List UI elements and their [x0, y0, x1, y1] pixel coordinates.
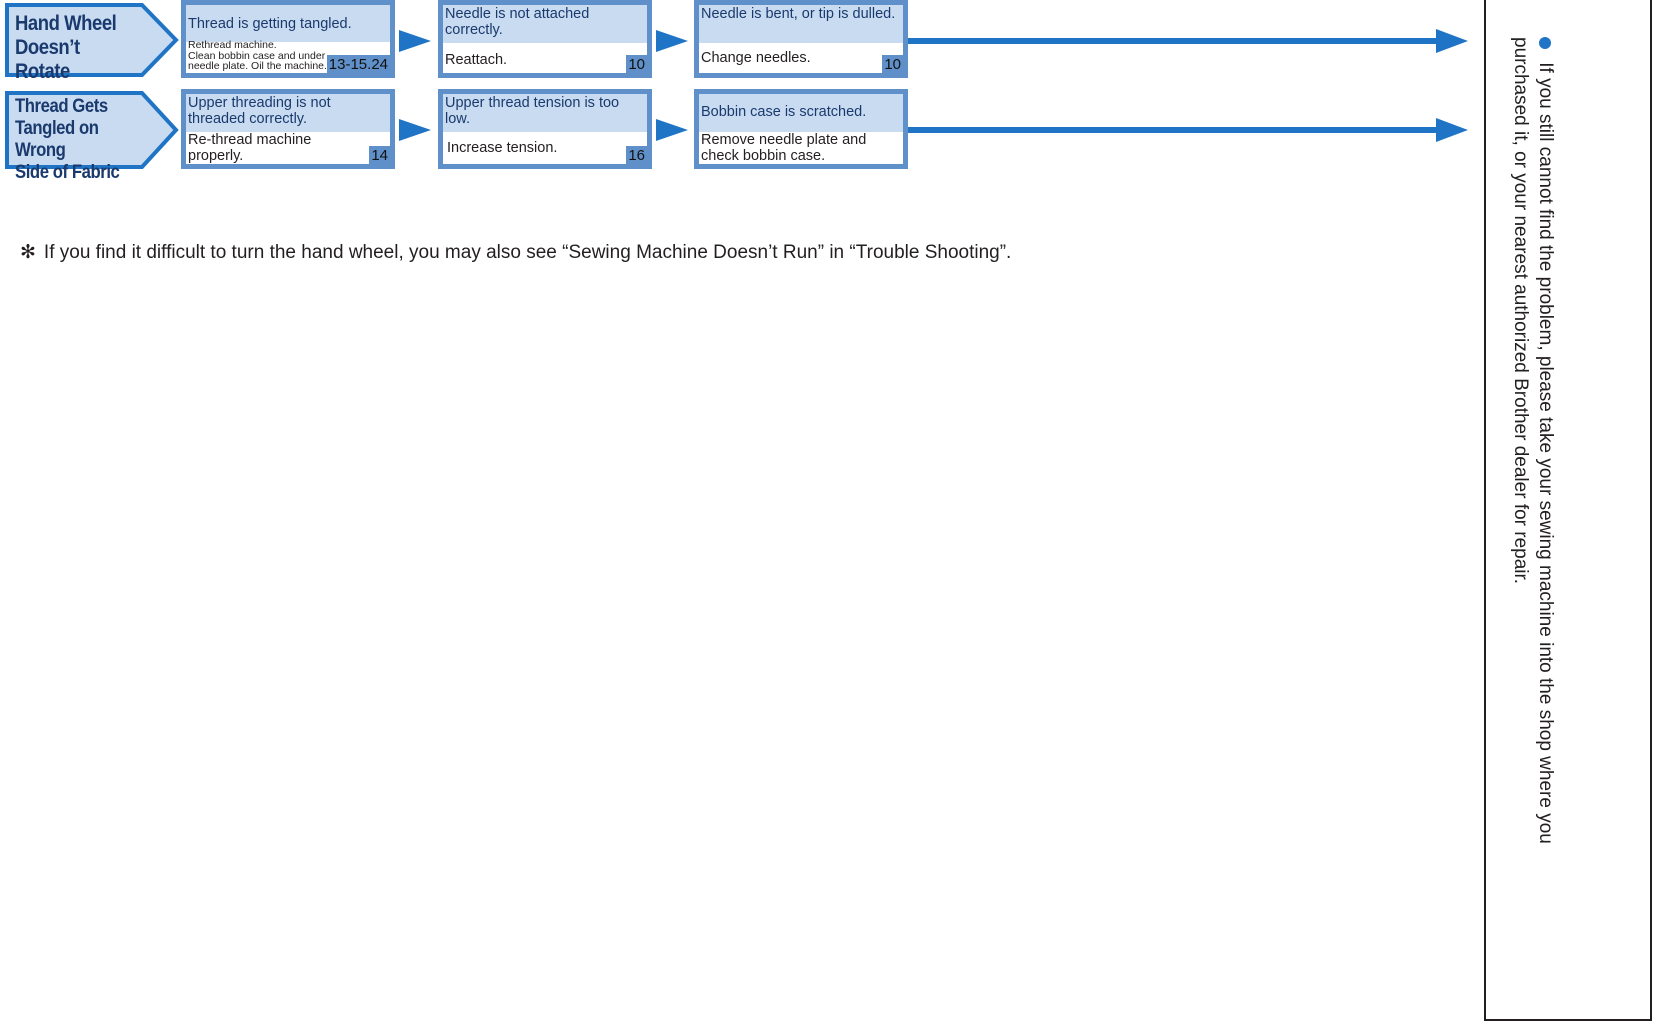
footnote: ✻ If you find it difficult to turn the ha… — [20, 241, 1011, 264]
row-1-step-3: Needle is bent, or tip is dulled. Change… — [694, 0, 908, 78]
bullet-icon — [1539, 37, 1551, 49]
row-1-heading: Hand Wheel Doesn’t Rotate — [4, 2, 184, 83]
row-1-heading-text: Hand Wheel Doesn’t Rotate — [15, 12, 117, 83]
asterisk-icon: ✻ — [20, 242, 36, 263]
footnote-text: If you find it difficult to turn the han… — [43, 242, 1012, 263]
arrow-right-icon — [399, 30, 431, 52]
step-cause: Needle is not attached correctly. — [443, 5, 647, 43]
step-cause: Bobbin case is scratched. — [699, 94, 903, 132]
arrow-right-icon — [656, 119, 688, 141]
page-reference: 10 — [882, 55, 903, 73]
page-reference: 10 — [626, 55, 647, 73]
arrow-right-icon — [399, 119, 431, 141]
page-reference: 14 — [369, 146, 390, 164]
side-panel: If you still cannot find the problem, pl… — [1484, 0, 1652, 1021]
step-remedy: Remove needle plate and check bobbin cas… — [701, 132, 867, 164]
step-cause: Thread is getting tangled. — [186, 5, 390, 42]
step-cause: Upper threading is not threaded correctl… — [186, 94, 390, 132]
side-panel-text: If you still cannot find the problem, pl… — [1510, 37, 1556, 844]
step-cause: Needle is bent, or tip is dulled. — [699, 5, 903, 43]
row-2-heading-text: Thread Gets Tangled on Wrong Side of Fab… — [15, 96, 120, 183]
row-2-step-1: Upper threading is not threaded correctl… — [181, 89, 395, 169]
arrow-right-icon — [656, 30, 688, 52]
row-1-step-1: Thread is getting tangled. Rethread mach… — [181, 0, 395, 78]
long-arrow-right-icon — [908, 118, 1468, 142]
step-remedy: Increase tension. — [447, 140, 558, 156]
row-1-step-2: Needle is not attached correctly. Reatta… — [438, 0, 652, 78]
long-arrow-right-icon — [908, 29, 1468, 53]
row-2-step-3: Bobbin case is scratched. Remove needle … — [694, 89, 908, 169]
page-reference: 13-15.24 — [326, 55, 390, 73]
step-remedy: Re-thread machine properly. — [188, 132, 312, 164]
step-cause: Upper thread tension is too low. — [443, 94, 647, 132]
page-reference: 16 — [626, 146, 647, 164]
step-remedy: Change needles. — [701, 50, 811, 66]
row-2-step-2: Upper thread tension is too low. Increas… — [438, 89, 652, 169]
row-2-heading: Thread Gets Tangled on Wrong Side of Fab… — [4, 90, 184, 183]
step-remedy: Reattach. — [445, 52, 508, 68]
side-panel-text-block: If you still cannot find the problem, pl… — [1498, 37, 1558, 897]
